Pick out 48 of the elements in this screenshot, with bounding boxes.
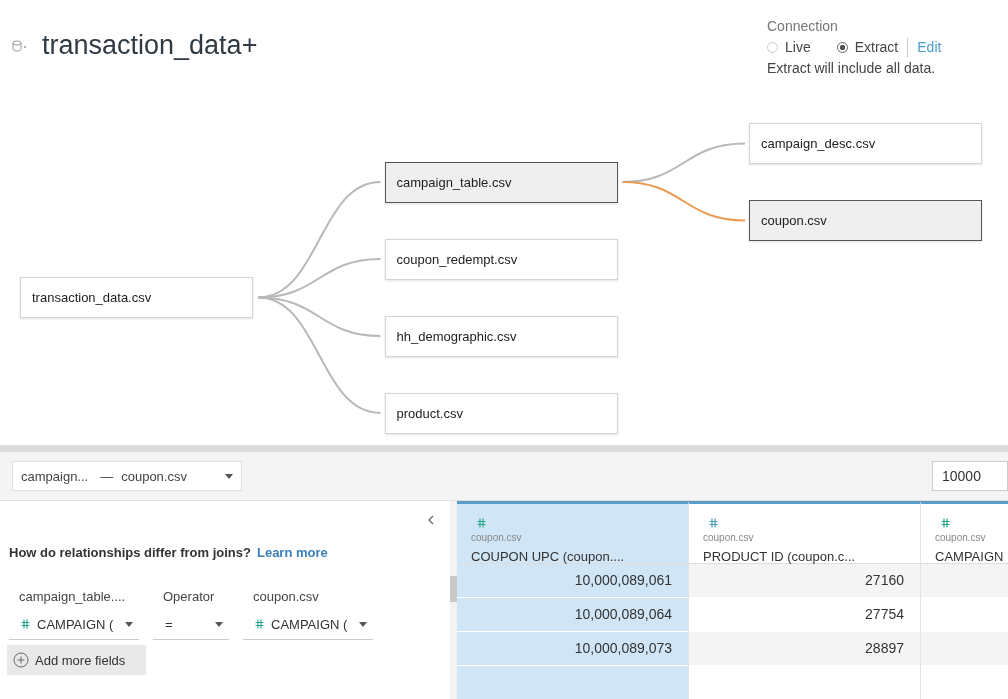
grid-column[interactable]: coupon.csv PRODUCT ID (coupon.c... 27160 27754 28897 (689, 501, 921, 699)
caret-icon (215, 621, 223, 627)
relationship-dropdown[interactable]: campaign... — coupon.csv (12, 461, 242, 491)
learn-more-link[interactable]: Learn more (256, 545, 328, 560)
source-label: coupon.csv (703, 532, 754, 543)
radio-button[interactable] (836, 41, 848, 53)
column-label: campaign_table.... (18, 589, 127, 605)
add-fields-button[interactable]: Add more fields (7, 645, 146, 675)
field-dropdown[interactable]: CAMPAIGN ( (243, 609, 373, 640)
column-label: Operator (162, 589, 216, 605)
caret-icon (125, 621, 133, 627)
number-type-icon (709, 518, 718, 528)
extract-note: Extract will include all data. (767, 59, 937, 78)
number-type-icon (255, 619, 264, 629)
operator-dropdown[interactable]: = (153, 609, 229, 640)
table-node[interactable]: campaign_table.csv (384, 161, 618, 203)
number-type-icon (21, 619, 30, 629)
table-node[interactable]: coupon.csv (749, 200, 982, 241)
help-question: How do relationships differ from joins? (9, 545, 251, 560)
number-type-icon (941, 518, 950, 528)
radio-label[interactable]: Extract (854, 36, 899, 58)
table-node[interactable]: product.csv (384, 392, 618, 434)
table-node[interactable]: hh_demographic.csv (384, 315, 618, 357)
table-node[interactable]: coupon_redempt.csv (384, 238, 618, 280)
caret-icon (225, 473, 233, 479)
source-label: coupon.csv (935, 532, 986, 543)
plus-circle-icon (13, 652, 29, 668)
table-cell: 28897 (689, 632, 920, 666)
table-node[interactable]: transaction_data.csv (20, 277, 253, 318)
source-label: coupon.csv (471, 532, 522, 543)
row-limit-field[interactable]: 10000 (932, 461, 1008, 491)
connection-label: Connection (767, 17, 839, 36)
field-dropdown[interactable]: CAMPAIGN ( (9, 609, 139, 640)
number-type-icon (477, 518, 486, 528)
column-header[interactable]: COUPON UPC (coupon.... (471, 549, 625, 564)
column-label: coupon.csv (252, 589, 320, 605)
data-source-title[interactable]: transaction_data+ (42, 29, 258, 61)
table-cell: 27160 (689, 564, 920, 598)
table-node[interactable]: campaign_desc.csv (749, 123, 982, 164)
radio-label[interactable]: Live (785, 36, 811, 58)
caret-icon (359, 621, 367, 627)
grid-column[interactable]: coupon.csv CAMPAIGN (921, 501, 1008, 699)
collapse-icon[interactable] (428, 515, 434, 525)
scrollbar-thumb[interactable] (450, 576, 457, 602)
database-icon (12, 40, 28, 52)
column-header[interactable]: PRODUCT ID (coupon.c... (703, 549, 856, 564)
grid-column[interactable]: coupon.csv COUPON UPC (coupon.... 10,000,089,061 10,000,089,064 10,000,089,073 (457, 501, 689, 699)
column-header[interactable]: CAMPAIGN (935, 549, 1004, 564)
